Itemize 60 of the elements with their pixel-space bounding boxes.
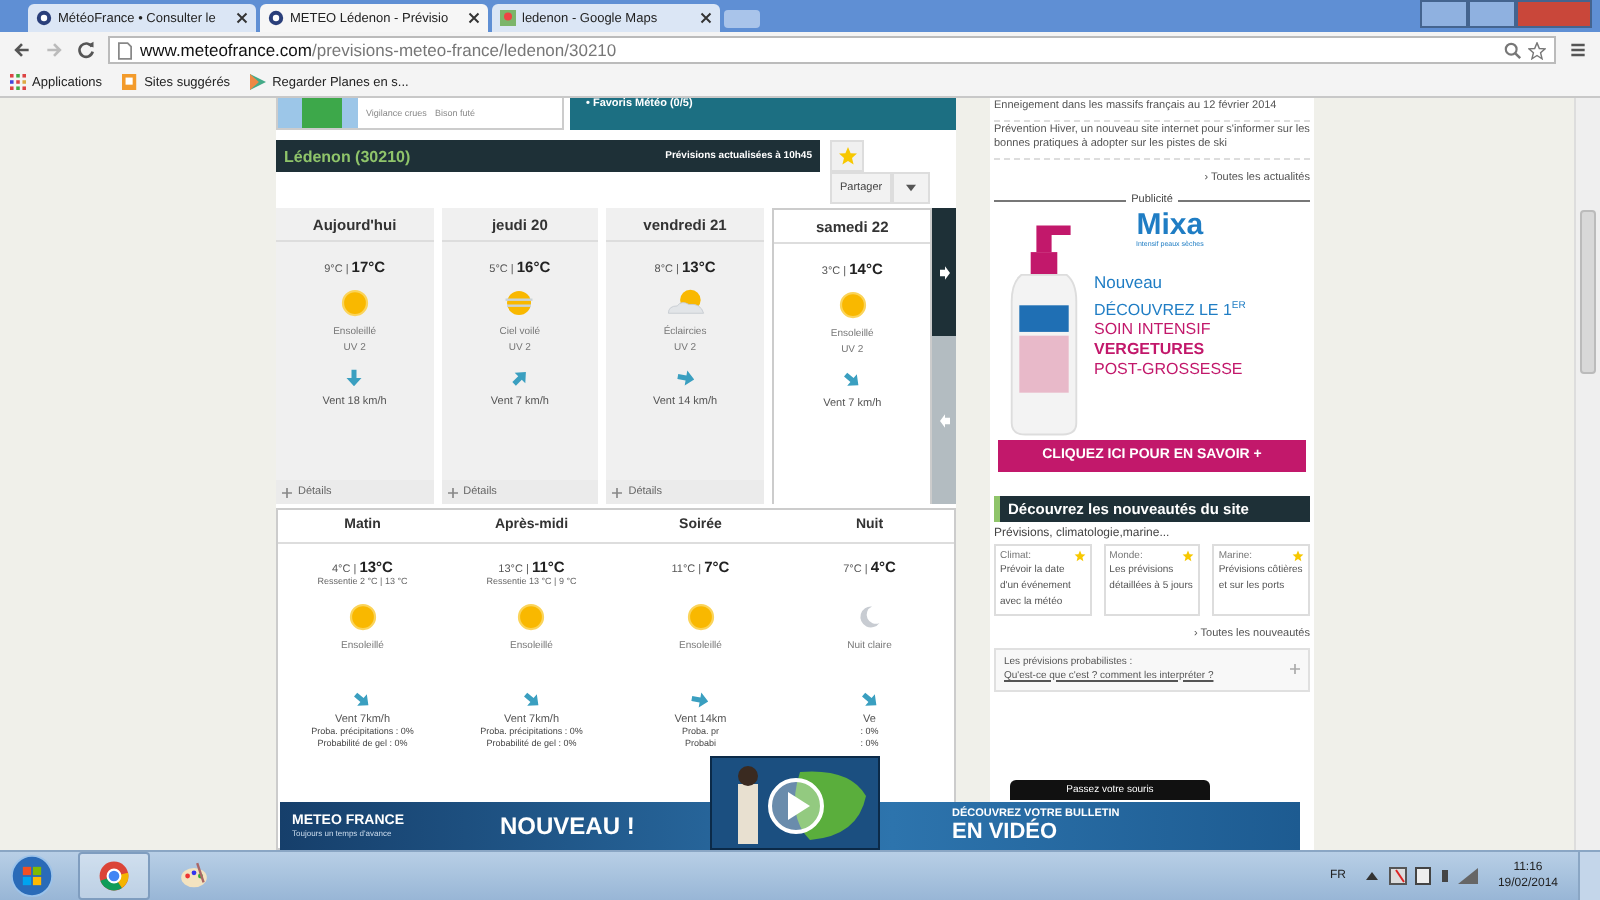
- caret-icon: [906, 184, 917, 192]
- sun-cloud-icon: [663, 287, 708, 317]
- advert-text: Nouveau: [1094, 271, 1163, 291]
- back-icon[interactable]: [12, 40, 32, 60]
- plus-icon: [447, 487, 458, 497]
- advert-brand: Mixa: [1136, 209, 1204, 239]
- palette-icon: [178, 860, 210, 892]
- hazy-sun-icon: [504, 287, 535, 317]
- forward-icon[interactable]: [44, 40, 64, 60]
- star-icon: [1292, 549, 1305, 561]
- wind-arrow-icon: [344, 368, 365, 388]
- advert-text: VERGETURES: [1094, 340, 1205, 361]
- taskbar-app[interactable]: [78, 852, 150, 900]
- close-icon[interactable]: [700, 12, 712, 24]
- map-thumbnail: [278, 98, 358, 128]
- sun-icon: [685, 601, 716, 631]
- globe-icon: [36, 10, 52, 26]
- advert-text: POST-GROSSESSE: [1094, 360, 1243, 381]
- minimize-button[interactable]: [1420, 0, 1468, 28]
- search-icon[interactable]: [1504, 41, 1522, 59]
- banner-title: EN VIDÉO: [952, 820, 1060, 844]
- advert-text: DÉCOUVREZ LE 1$^{ER}$: [1094, 297, 1246, 321]
- star-icon[interactable]: [1528, 41, 1546, 59]
- next-days-button[interactable]: [932, 208, 956, 336]
- wind-arrow-icon: [673, 366, 697, 390]
- browser-icon: [98, 860, 130, 892]
- video-thumbnail[interactable]: [710, 756, 880, 850]
- close-icon[interactable]: [468, 12, 480, 24]
- advert-text: SOIN INTENSIF: [1094, 320, 1211, 341]
- map-pin-icon: [500, 10, 516, 26]
- left-arrow-icon: [939, 413, 950, 427]
- close-icon[interactable]: [236, 12, 248, 24]
- sun-icon: [516, 601, 547, 631]
- menu-icon[interactable]: [1568, 40, 1588, 60]
- star-icon: [1182, 549, 1195, 561]
- moon-icon: [854, 601, 885, 631]
- star-icon: [1073, 549, 1086, 561]
- grid-icon: [10, 74, 26, 90]
- scrollbar-thumb[interactable]: [1580, 210, 1596, 374]
- plus-icon: [612, 487, 623, 497]
- wind-arrow-icon: [688, 688, 713, 712]
- globe-icon: [268, 10, 284, 26]
- play-icon: [250, 74, 267, 90]
- reload-icon[interactable]: [76, 40, 96, 60]
- right-arrow-icon: [939, 265, 950, 279]
- plus-icon: [282, 487, 292, 497]
- banner-headline: NOUVEAU !: [498, 812, 637, 840]
- address-bar[interactable]: www.meteofrance.com/previsions-meteo-france/ledenon/30210: [108, 36, 1556, 64]
- maximize-button[interactable]: [1468, 0, 1516, 28]
- share-dropdown-button[interactable]: [892, 172, 931, 204]
- sun-icon: [837, 289, 868, 319]
- star-icon: [837, 146, 857, 166]
- start-button[interactable]: [10, 854, 54, 898]
- plus-icon[interactable]: [1290, 664, 1300, 674]
- location-title: Lédenon (30210): [284, 147, 411, 165]
- bookmark-page-icon: [122, 74, 139, 90]
- page-icon: [118, 41, 132, 59]
- sun-icon: [347, 601, 378, 631]
- sun-icon: [339, 287, 370, 317]
- show-desktop-button[interactable]: [1578, 851, 1600, 900]
